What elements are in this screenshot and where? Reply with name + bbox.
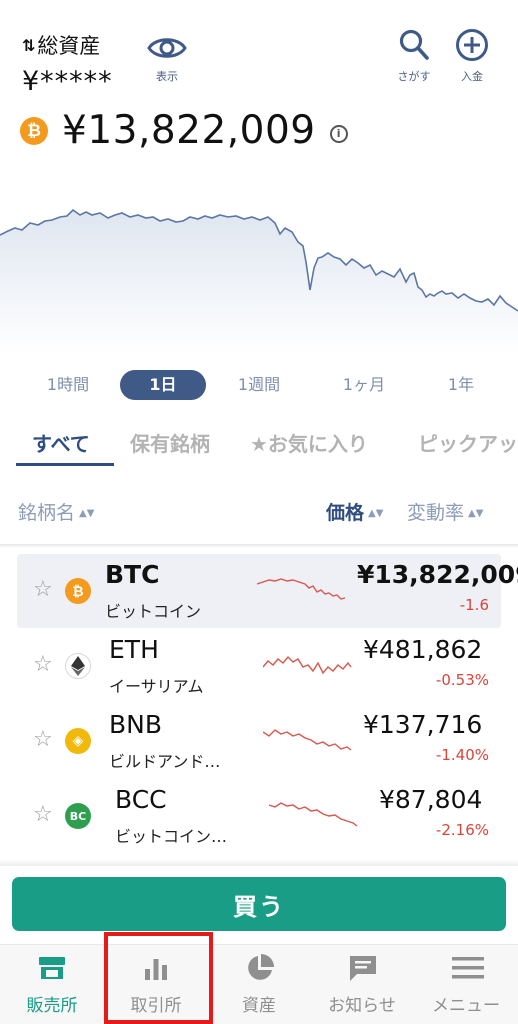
nav-item-assets[interactable]: 資産 (207, 945, 311, 1024)
pie-chart-icon (248, 954, 274, 980)
tab-favorites[interactable]: ★お気に入り (250, 428, 368, 457)
bottom-navigation: 販売所 取引所 資産 お知らせ メニュー (0, 944, 518, 1024)
eye-icon (147, 38, 187, 58)
sort-by-name[interactable]: 銘柄名 ▲▼ (18, 498, 94, 525)
range-1-month[interactable]: 1ヶ月 (332, 370, 396, 400)
coin-list: ☆ ₿ BTC ビットコイン ¥13,822,009 -1.6 ☆ ETH イー… (0, 548, 518, 868)
sort-price-label: 価格 (326, 502, 365, 524)
coin-change: -0.53% (435, 671, 489, 689)
bitcoin-cash-icon: BC (65, 803, 91, 829)
highlight-box (104, 932, 213, 1024)
range-1-day[interactable]: 1日 (120, 370, 206, 400)
favorite-star-icon[interactable]: ☆ (33, 727, 53, 752)
sort-arrows-icon: ▲▼ (368, 508, 384, 519)
sort-arrows-icon: ▲▼ (468, 508, 484, 519)
category-tabs: すべて 保有銘柄 ★お気に入り ピックアップ (0, 420, 518, 468)
favorite-star-icon[interactable]: ☆ (33, 802, 53, 827)
range-1-hour[interactable]: 1時間 (36, 370, 100, 400)
coin-name: ビットコイン… (115, 827, 228, 846)
coin-change: -1.6 (459, 596, 489, 614)
buy-button[interactable]: 買う (12, 877, 506, 931)
divider (0, 860, 518, 866)
sort-by-price[interactable]: 価格 ▲▼ (326, 498, 383, 525)
coin-row-eth[interactable]: ☆ ETH イーサリアム ¥481,862 -0.53% (17, 629, 501, 703)
bitcoin-icon: ₿ (20, 116, 48, 145)
range-1-week[interactable]: 1週間 (226, 370, 292, 400)
featured-price-row: ₿ ¥13,822,009 i (20, 108, 348, 153)
nav-label: 販売所 (26, 996, 78, 1016)
tab-all[interactable]: すべて (32, 428, 90, 457)
coin-row-bnb[interactable]: ☆ ◈ BNB ビルドアンド… ¥137,716 -1.40% (17, 704, 501, 778)
nav-item-notices[interactable]: お知らせ (310, 945, 414, 1024)
coin-row-bcc[interactable]: ☆ BC BCC ビットコイン… ¥87,804 -2.16% (17, 779, 501, 853)
hamburger-menu-icon (452, 957, 484, 979)
masked-total-assets: ¥***** (22, 66, 113, 97)
range-1-year[interactable]: 1年 (436, 370, 486, 400)
favorite-star-icon[interactable]: ☆ (33, 577, 53, 602)
coin-change: -1.40% (435, 746, 489, 764)
nav-item-menu[interactable]: メニュー (414, 945, 518, 1024)
nav-label: お知らせ (328, 996, 396, 1016)
coin-symbol: ETH (109, 635, 159, 664)
sparkline-chart (263, 655, 352, 675)
bitcoin-icon: ₿ (65, 578, 91, 604)
coin-name: ビットコイン (105, 602, 202, 621)
coin-price: ¥87,804 (379, 785, 483, 814)
info-icon[interactable]: i (329, 124, 348, 143)
bnb-icon: ◈ (65, 728, 91, 754)
nav-item-sales[interactable]: 販売所 (0, 945, 104, 1024)
coin-row-btc[interactable]: ☆ ₿ BTC ビットコイン ¥13,822,009 -1.6 (17, 554, 518, 628)
total-assets-label: 総資産 (37, 34, 101, 58)
store-icon (39, 957, 65, 979)
sort-name-label: 銘柄名 (18, 502, 76, 524)
sort-header: 銘柄名 ▲▼ 価格 ▲▼ 変動率 ▲▼ (0, 490, 518, 530)
sort-by-change[interactable]: 変動率 ▲▼ (407, 498, 483, 525)
coin-change: -2.16% (435, 821, 489, 839)
coin-name: イーサリアム (109, 677, 204, 696)
total-assets-title: ⇅ 総資産 (22, 30, 100, 60)
nav-label: 資産 (242, 996, 276, 1016)
deposit-label: 入金 (461, 70, 483, 83)
coin-price: ¥13,822,009 (357, 560, 518, 589)
deposit-button[interactable]: 入金 (447, 28, 497, 84)
price-chart (0, 208, 518, 355)
message-icon (350, 956, 376, 981)
sparkline-chart (257, 578, 346, 600)
coin-price: ¥481,862 (363, 635, 483, 664)
time-range-tabs: 1時間 1日 1週間 1ヶ月 1年 (0, 367, 518, 403)
featured-price: ¥13,822,009 (62, 108, 316, 153)
show-balance-label: 表示 (156, 70, 178, 83)
favorite-star-icon[interactable]: ☆ (33, 652, 53, 677)
search-label: さがす (397, 70, 431, 83)
tab-holdings[interactable]: 保有銘柄 (130, 428, 210, 457)
coin-name: ビルドアンド… (109, 752, 221, 771)
sparkline-chart (263, 729, 352, 751)
tab-pickup[interactable]: ピックアップ (418, 428, 518, 457)
sort-change-label: 変動率 (407, 502, 465, 524)
ethereum-icon (65, 653, 91, 679)
coin-symbol: BNB (109, 710, 163, 739)
show-balance-button[interactable]: 表示 (144, 34, 190, 84)
active-tab-indicator (16, 463, 114, 466)
nav-label: メニュー (432, 996, 500, 1016)
swap-icon: ⇅ (22, 35, 36, 55)
price-chart-area (0, 210, 518, 355)
coin-symbol: BCC (115, 785, 167, 814)
sort-arrows-icon: ▲▼ (79, 508, 95, 519)
search-icon (399, 29, 429, 60)
search-button[interactable]: さがす (389, 28, 439, 84)
coin-price: ¥137,716 (363, 710, 483, 739)
coin-symbol: BTC (105, 560, 160, 589)
plus-circle-icon (456, 29, 488, 61)
sparkline-chart (269, 802, 358, 827)
